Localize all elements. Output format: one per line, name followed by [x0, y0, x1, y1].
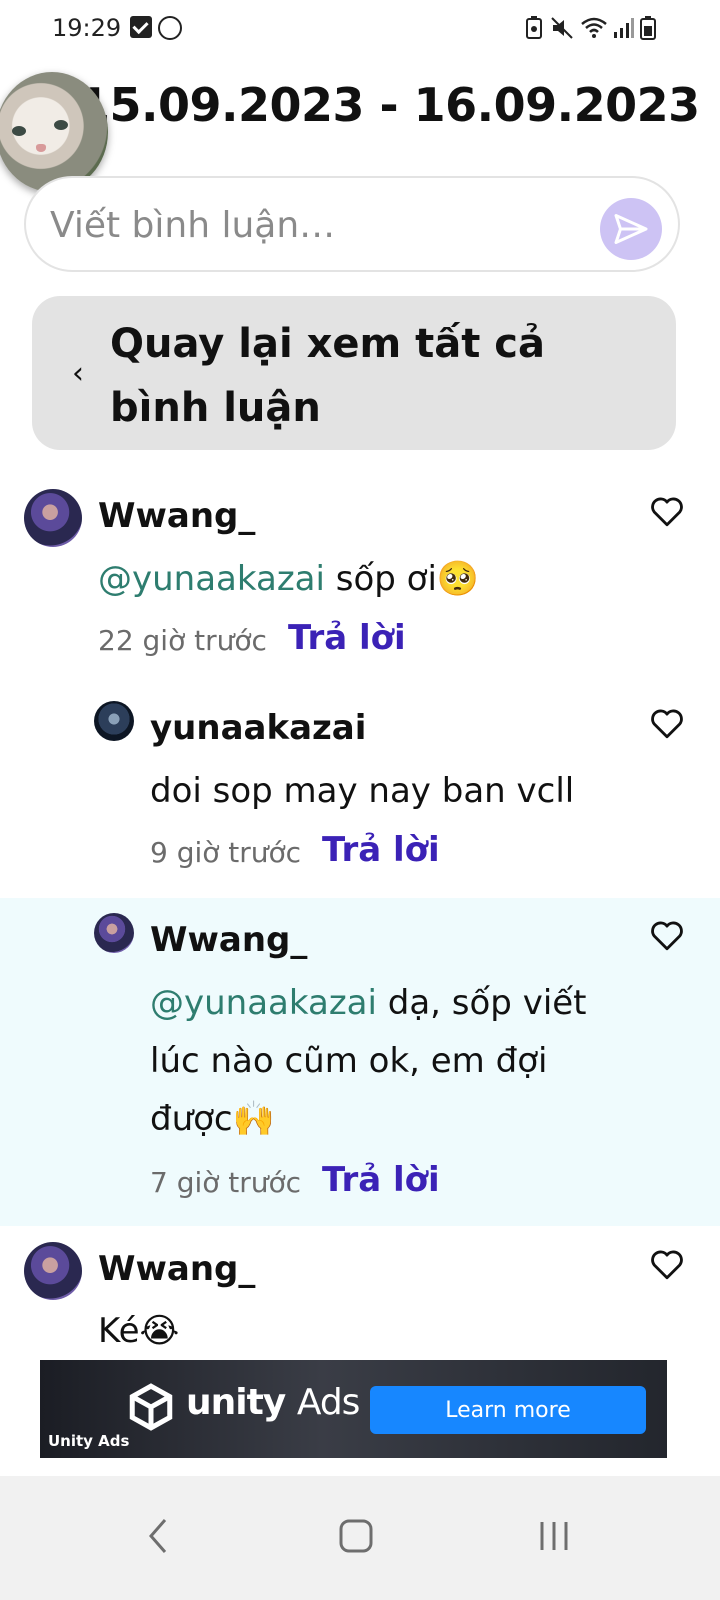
- comment-body: Ké😭: [98, 1311, 180, 1351]
- mention-link[interactable]: @yunaakazai: [150, 983, 377, 1023]
- heart-icon[interactable]: [650, 920, 684, 952]
- comment-text: Ké😭: [98, 1302, 618, 1360]
- learn-more-button[interactable]: Learn more: [370, 1386, 646, 1434]
- signal-icon: [614, 18, 634, 38]
- nav-home-button[interactable]: [326, 1506, 386, 1566]
- page-title: 15.09.2023 - 16.09.2023: [78, 78, 700, 132]
- comment-input[interactable]: [48, 196, 592, 254]
- back-to-all-comments-label: Quay lại xem tất cả bình luận: [110, 321, 545, 431]
- back-icon: [149, 1519, 167, 1553]
- mute-icon: [551, 17, 573, 39]
- checkbox-notification-icon: [130, 16, 152, 38]
- messenger-icon: [158, 16, 182, 40]
- comment-author[interactable]: yunaakazai: [150, 708, 366, 748]
- heart-icon[interactable]: [650, 1249, 684, 1281]
- nav-recents-button[interactable]: [524, 1506, 584, 1566]
- reply-button[interactable]: Trả lời: [288, 618, 406, 658]
- home-icon: [339, 1519, 373, 1553]
- send-button[interactable]: [600, 198, 662, 260]
- comment-input-container: [24, 176, 680, 272]
- ad-brand: unity Ads: [186, 1382, 360, 1423]
- wifi-icon: [581, 17, 607, 38]
- comment-time: 7 giờ trước: [150, 1166, 302, 1199]
- reply-button[interactable]: Trả lời: [322, 830, 440, 870]
- nav-back-button[interactable]: [128, 1506, 188, 1566]
- comment-body: sốp ơi🥺: [324, 559, 480, 599]
- comment-time: 9 giờ trước: [150, 836, 302, 869]
- heart-icon[interactable]: [650, 496, 684, 528]
- mention-link[interactable]: @yunaakazai: [98, 559, 325, 599]
- comment-author[interactable]: Wwang_: [98, 496, 255, 536]
- system-nav-bar: [0, 1476, 720, 1600]
- status-bar: 19:29: [0, 0, 720, 56]
- avatar[interactable]: [24, 489, 82, 547]
- comment-text: @yunaakazai dạ, sốp viết lúc nào cũm ok,…: [150, 974, 600, 1148]
- avatar[interactable]: [94, 913, 134, 953]
- ad-small-brand: Unity Ads: [48, 1432, 130, 1450]
- unity-logo-icon: [129, 1383, 173, 1431]
- avatar[interactable]: [24, 1242, 82, 1300]
- status-time: 19:29: [52, 14, 122, 42]
- battery-icon: [640, 16, 656, 40]
- battery-saver-icon: [526, 16, 542, 39]
- comment-text: @yunaakazai sốp ơi🥺: [98, 550, 618, 608]
- comment-body: doi sop may nay ban vcll: [150, 771, 575, 811]
- chevron-left-icon: ‹: [72, 356, 84, 391]
- comment-author[interactable]: Wwang_: [150, 920, 307, 960]
- cat-avatar[interactable]: [0, 72, 108, 192]
- send-icon: [614, 214, 648, 244]
- comment-author[interactable]: Wwang_: [98, 1249, 255, 1289]
- comment-text: doi sop may nay ban vcll: [150, 762, 620, 820]
- ad-banner[interactable]: unity Ads Unity Ads Learn more: [40, 1360, 667, 1458]
- avatar[interactable]: [94, 701, 134, 741]
- comment-time: 22 giờ trước: [98, 624, 267, 657]
- reply-button[interactable]: Trả lời: [322, 1160, 440, 1200]
- recents-icon: [540, 1522, 568, 1550]
- heart-icon[interactable]: [650, 708, 684, 740]
